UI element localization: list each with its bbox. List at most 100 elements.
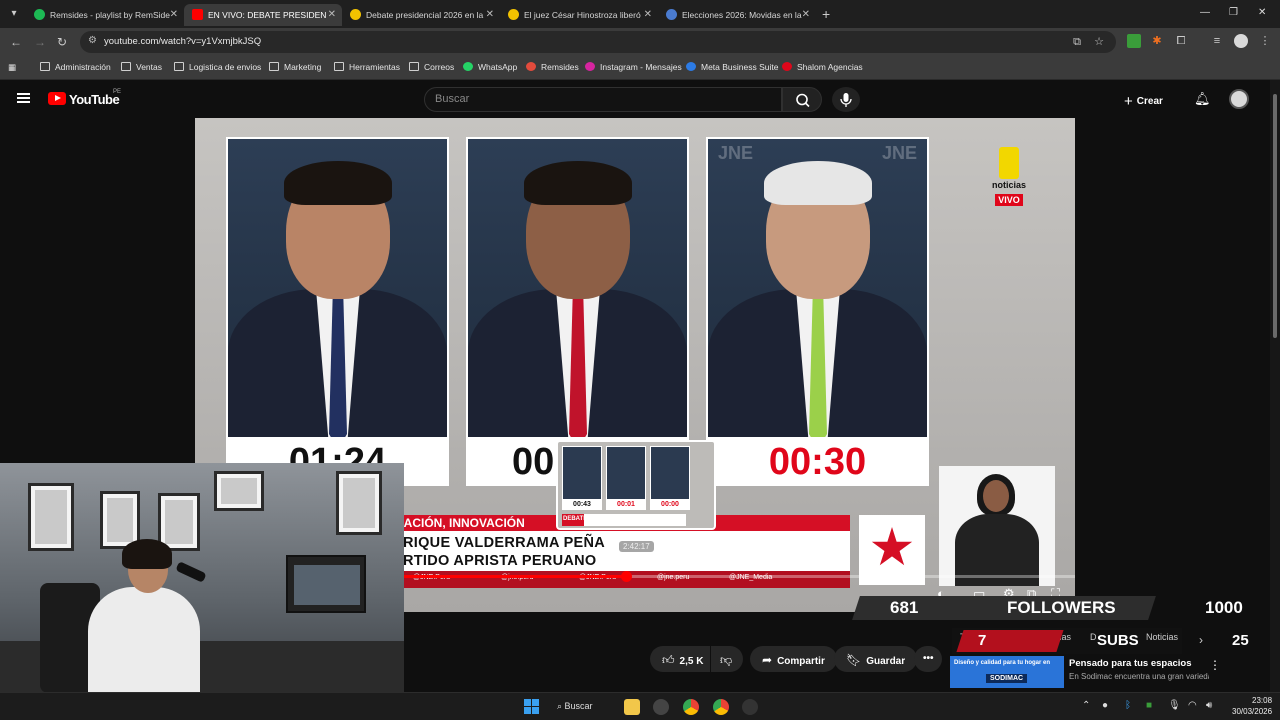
browser-tab-active[interactable]: EN VIVO: DEBATE PRESIDEN ✕	[184, 4, 342, 26]
reload-icon[interactable]: ↻	[57, 35, 67, 49]
bookmarks-bar: ▦ Administración Ventas Logistica de env…	[0, 56, 1280, 80]
bookmark-item[interactable]: WhatsApp	[463, 62, 517, 72]
like-button[interactable]: 👍︎ 2,5 K	[650, 646, 710, 672]
shalom-icon	[782, 62, 792, 71]
ad-banner[interactable]: Diseño y calidad para tu hogar en SODIMA…	[950, 656, 1064, 688]
bookmark-item[interactable]: Ventas	[121, 62, 162, 72]
folder-icon	[121, 62, 131, 71]
new-tab-button[interactable]: +	[822, 6, 830, 22]
address-bar[interactable]: ⚙ youtube.com/watch?v=y1VxmjbkJSQ ⧉ ☆	[80, 31, 1116, 53]
wifi-icon[interactable]: ◠	[1188, 700, 1197, 711]
share-button[interactable]: ➦ Compartir	[750, 646, 837, 672]
volume-icon[interactable]: 🔊︎	[1206, 700, 1212, 711]
taskbar-search[interactable]: ⌕ Buscar	[557, 697, 609, 717]
more-actions-button[interactable]: •••	[914, 646, 942, 672]
extensions-puzzle-icon[interactable]: ⧠	[1174, 34, 1188, 48]
voice-search-button[interactable]	[832, 87, 860, 112]
browser-tab[interactable]: Elecciones 2026: Movidas en la ✕	[658, 4, 816, 26]
tray-mic-icon[interactable]: 🎙︎	[1168, 700, 1181, 711]
search-icon	[796, 93, 810, 108]
profile-avatar-icon[interactable]	[1234, 34, 1248, 48]
hamburger-menu-icon[interactable]	[17, 93, 30, 103]
more-horizontal-icon: •••	[923, 653, 934, 664]
browser-tab[interactable]: Debate presidencial 2026 en la ✕	[342, 4, 500, 26]
close-tab-icon[interactable]: ✕	[328, 9, 336, 20]
tab-search-menu-icon[interactable]: ▾	[6, 6, 22, 22]
desk-monitor	[286, 555, 366, 613]
ad-title[interactable]: Pensado para tus espacios	[1069, 658, 1192, 669]
scrollbar-thumb[interactable]	[1273, 94, 1277, 338]
subs-count: 7	[978, 632, 987, 649]
browser-toolbar: ← → ↻ ⚙ youtube.com/watch?v=y1VxmjbkJSQ …	[0, 28, 1280, 56]
account-avatar[interactable]	[1229, 89, 1249, 109]
install-icon[interactable]: ⧉	[1070, 35, 1084, 49]
wall-frame	[214, 471, 264, 511]
chevron-right-icon[interactable]: ›	[1199, 633, 1203, 647]
tray-overflow-icon[interactable]: ⌃	[1082, 700, 1090, 711]
search-input[interactable]	[435, 93, 765, 105]
followers-label: FOLLOWERS	[1007, 598, 1116, 617]
page-scrollbar[interactable]	[1270, 80, 1280, 692]
apps-grid-icon[interactable]: ▦	[8, 62, 16, 73]
bookmark-item[interactable]: Shalom Agencias	[782, 62, 863, 72]
sign-language-interpreter	[939, 466, 1055, 586]
bookmark-item[interactable]: Meta Business Suite	[686, 62, 778, 72]
close-window-icon[interactable]: ✕	[1258, 7, 1266, 18]
system-clock[interactable]: 23:08 30/03/2026	[1232, 695, 1272, 717]
minimize-icon[interactable]: —	[1200, 7, 1210, 18]
close-tab-icon[interactable]: ✕	[802, 9, 810, 20]
file-explorer-icon[interactable]	[624, 699, 640, 715]
chip[interactable]: Noticias	[1146, 632, 1178, 642]
folder-icon	[40, 62, 50, 71]
url-text[interactable]: youtube.com/watch?v=y1VxmjbkJSQ	[104, 36, 261, 47]
bookmark-star-icon[interactable]: ☆	[1092, 35, 1106, 49]
youtube-logo-icon[interactable]	[48, 92, 66, 105]
chip[interactable]: D	[1090, 632, 1097, 642]
followers-count: 681	[890, 598, 919, 617]
back-icon[interactable]: ←	[10, 35, 22, 49]
folder-icon	[409, 62, 419, 71]
save-button[interactable]: 🔖︎ Guardar	[834, 646, 918, 672]
notifications-bell-icon[interactable]: 🔔︎	[1194, 91, 1211, 107]
bookmark-item[interactable]: Administración	[40, 62, 111, 72]
youtube-logo-text[interactable]: YouTube	[69, 92, 120, 107]
tray-nvidia-icon[interactable]: ■	[1146, 700, 1152, 711]
site-info-icon[interactable]: ⚙	[88, 35, 97, 46]
extension-orange-icon[interactable]: ✱	[1150, 34, 1164, 48]
chrome-active-icon[interactable]	[713, 699, 729, 715]
seek-preview-time: 2:42:17	[619, 541, 654, 552]
remsides-icon	[526, 62, 536, 71]
browser-menu-icon[interactable]: ⋮	[1258, 34, 1272, 48]
bookmark-item[interactable]: Herramientas	[334, 62, 400, 72]
folder-icon	[334, 62, 344, 71]
media-control-icon[interactable]: ≡	[1210, 34, 1224, 48]
chrome-icon[interactable]	[683, 699, 699, 715]
bookmark-item[interactable]: Logistica de envios	[174, 62, 261, 72]
search-icon: ⌕	[557, 701, 565, 711]
subs-progress	[956, 630, 1064, 652]
microphone-icon	[840, 93, 852, 107]
search-button[interactable]	[782, 87, 822, 112]
subs-goal: 25	[1232, 632, 1249, 649]
create-button[interactable]: + Crear	[1124, 88, 1163, 110]
browser-tab[interactable]: El juez César Hinostroza liberó ✕	[500, 4, 658, 26]
ad-menu-icon[interactable]: ⋮	[1209, 658, 1221, 672]
close-tab-icon[interactable]: ✕	[644, 9, 652, 20]
bookmark-item[interactable]: Remsides	[526, 62, 579, 72]
browser-tab[interactable]: Remsides - playlist by RemSide ✕	[26, 4, 184, 26]
restore-icon[interactable]: ❐	[1229, 7, 1238, 18]
windows-start-icon[interactable]	[524, 699, 539, 714]
forward-icon[interactable]: →	[34, 35, 46, 49]
chatgpt-icon[interactable]	[653, 699, 669, 715]
obs-icon[interactable]	[742, 699, 758, 715]
bookmark-item[interactable]: Marketing	[269, 62, 321, 72]
close-tab-icon[interactable]: ✕	[486, 9, 494, 20]
windows-taskbar: ⌕ Buscar ⌃ ● ᛒ ■ 🎙︎ ◠ 🔊︎ 23:08 30/03/202…	[0, 692, 1280, 720]
close-tab-icon[interactable]: ✕	[170, 9, 178, 20]
dislike-button[interactable]: 👎︎	[711, 646, 743, 672]
bluetooth-icon[interactable]: ᛒ	[1125, 700, 1131, 711]
extension-green-icon[interactable]	[1127, 34, 1141, 48]
bookmark-item[interactable]: Instagram - Mensajes	[585, 62, 682, 72]
bookmark-item[interactable]: Correos	[409, 62, 454, 72]
tray-app-icon[interactable]: ●	[1102, 700, 1108, 711]
